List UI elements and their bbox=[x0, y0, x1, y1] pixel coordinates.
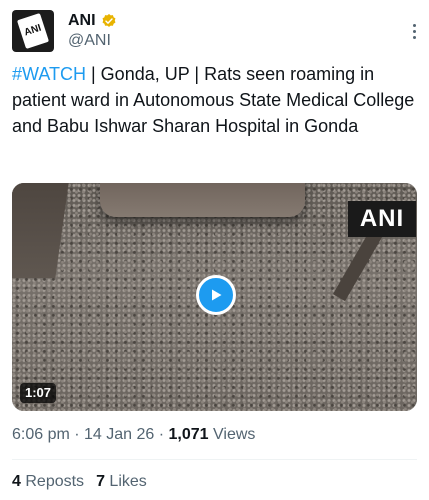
divider bbox=[12, 459, 417, 460]
video-player[interactable]: ANI 1:07 bbox=[12, 183, 417, 411]
meta-separator: · bbox=[69, 426, 85, 443]
likes-label: Likes bbox=[109, 473, 147, 490]
author-handle[interactable]: @ANI bbox=[68, 32, 111, 50]
views-label: Views bbox=[208, 426, 256, 443]
tweet-header: ANI ANI @ANI bbox=[12, 10, 417, 54]
author-display-name[interactable]: ANI bbox=[68, 12, 96, 30]
verified-badge-icon bbox=[102, 14, 116, 27]
ani-watermark: ANI bbox=[348, 201, 416, 237]
views-count: 1,071 bbox=[168, 426, 209, 443]
tweet-time[interactable]: 6:06 pm bbox=[12, 426, 70, 443]
more-options-icon[interactable] bbox=[411, 24, 417, 42]
likes-count: 7 bbox=[96, 473, 105, 490]
play-button[interactable] bbox=[196, 275, 236, 315]
engagement-stats: 4 Reposts 7 Likes bbox=[12, 473, 147, 491]
avatar[interactable]: ANI bbox=[12, 10, 54, 52]
avatar-logo: ANI bbox=[16, 13, 50, 49]
video-duration: 1:07 bbox=[20, 383, 57, 403]
hashtag-link[interactable]: #WATCH bbox=[12, 64, 86, 84]
play-icon bbox=[212, 289, 222, 301]
tweet-date[interactable]: 14 Jan 26 bbox=[84, 426, 154, 443]
name-row: ANI bbox=[68, 12, 117, 30]
tweet-text: #WATCH | Gonda, UP | Rats seen roaming i… bbox=[12, 61, 416, 139]
reposts-link[interactable]: 4 Reposts bbox=[12, 473, 84, 491]
tweet-meta: 6:06 pm · 14 Jan 26 · 1,071 Views bbox=[12, 426, 255, 444]
reposts-label: Reposts bbox=[25, 473, 85, 490]
likes-link[interactable]: 7 Likes bbox=[96, 473, 147, 491]
meta-separator: · bbox=[154, 426, 169, 443]
video-frame-object bbox=[100, 183, 305, 217]
reposts-count: 4 bbox=[12, 473, 21, 490]
